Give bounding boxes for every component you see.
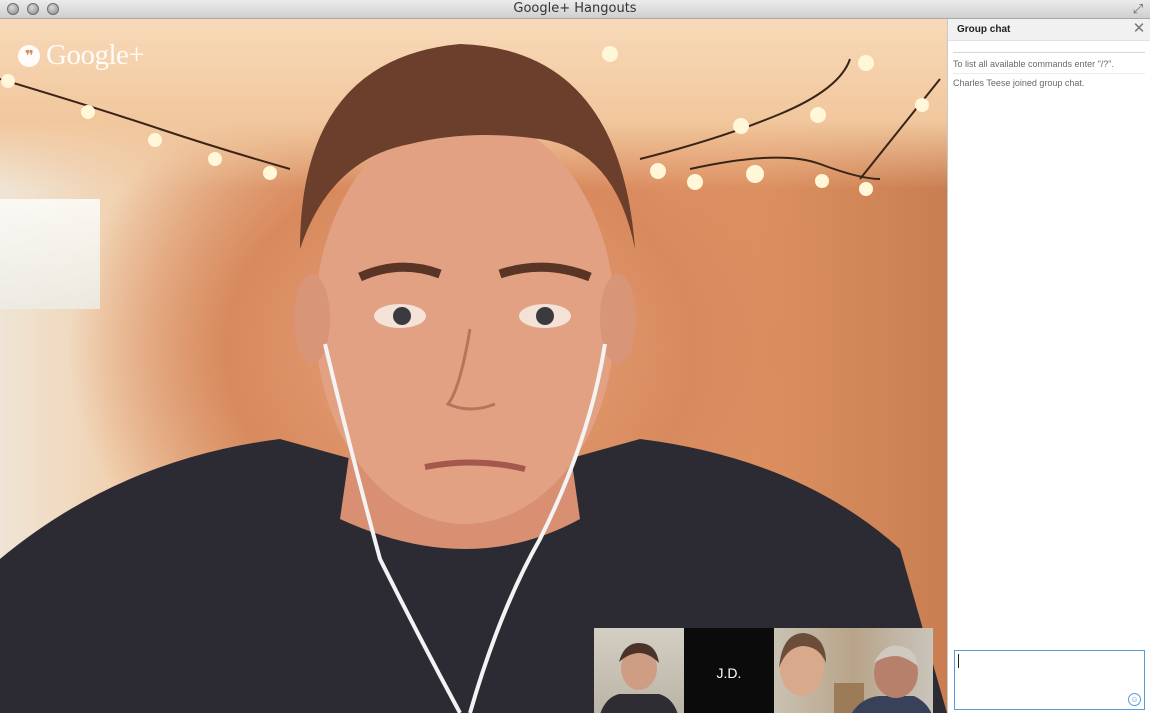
group-chat-panel: Group chat ✕ To list all available comma…: [947, 19, 1150, 713]
google-plus-logo: ❞ Google+: [18, 39, 145, 72]
participant-face: [0, 44, 947, 713]
participant-tile-2-label: J.D.: [716, 665, 742, 681]
participant-tile-1[interactable]: [594, 628, 684, 713]
chat-divider: [953, 52, 1145, 53]
close-chat-button[interactable]: ✕: [1132, 21, 1146, 37]
text-caret: [958, 654, 959, 668]
window-title: Google+ Hangouts: [513, 1, 637, 16]
chat-input-field[interactable]: ☺: [954, 650, 1145, 710]
participant-3-thumbnail: [779, 633, 932, 713]
emoji-icon[interactable]: ☺: [1128, 693, 1141, 706]
fullscreen-icon[interactable]: ⤢: [1130, 1, 1146, 17]
hangouts-quote-icon: ❞: [18, 44, 40, 67]
participant-filmstrip: J.D.: [594, 628, 933, 713]
google-plus-logo-text: Google+: [46, 39, 145, 71]
main-video[interactable]: ❞ Google+ J.D.: [0, 19, 947, 713]
window-titlebar: Google+ Hangouts ⤢: [0, 0, 1150, 19]
chat-messages: To list all available commands enter "/?…: [953, 55, 1145, 90]
chat-message: To list all available commands enter "/?…: [953, 59, 1114, 69]
participant-1-thumbnail: [600, 643, 678, 713]
group-chat-title: Group chat: [957, 24, 1011, 35]
group-chat-header: Group chat ✕: [948, 19, 1150, 41]
chat-message: Charles Teese joined group chat.: [953, 73, 1145, 90]
participant-tile-3[interactable]: [774, 628, 933, 713]
participant-tile-2[interactable]: J.D.: [684, 628, 774, 713]
